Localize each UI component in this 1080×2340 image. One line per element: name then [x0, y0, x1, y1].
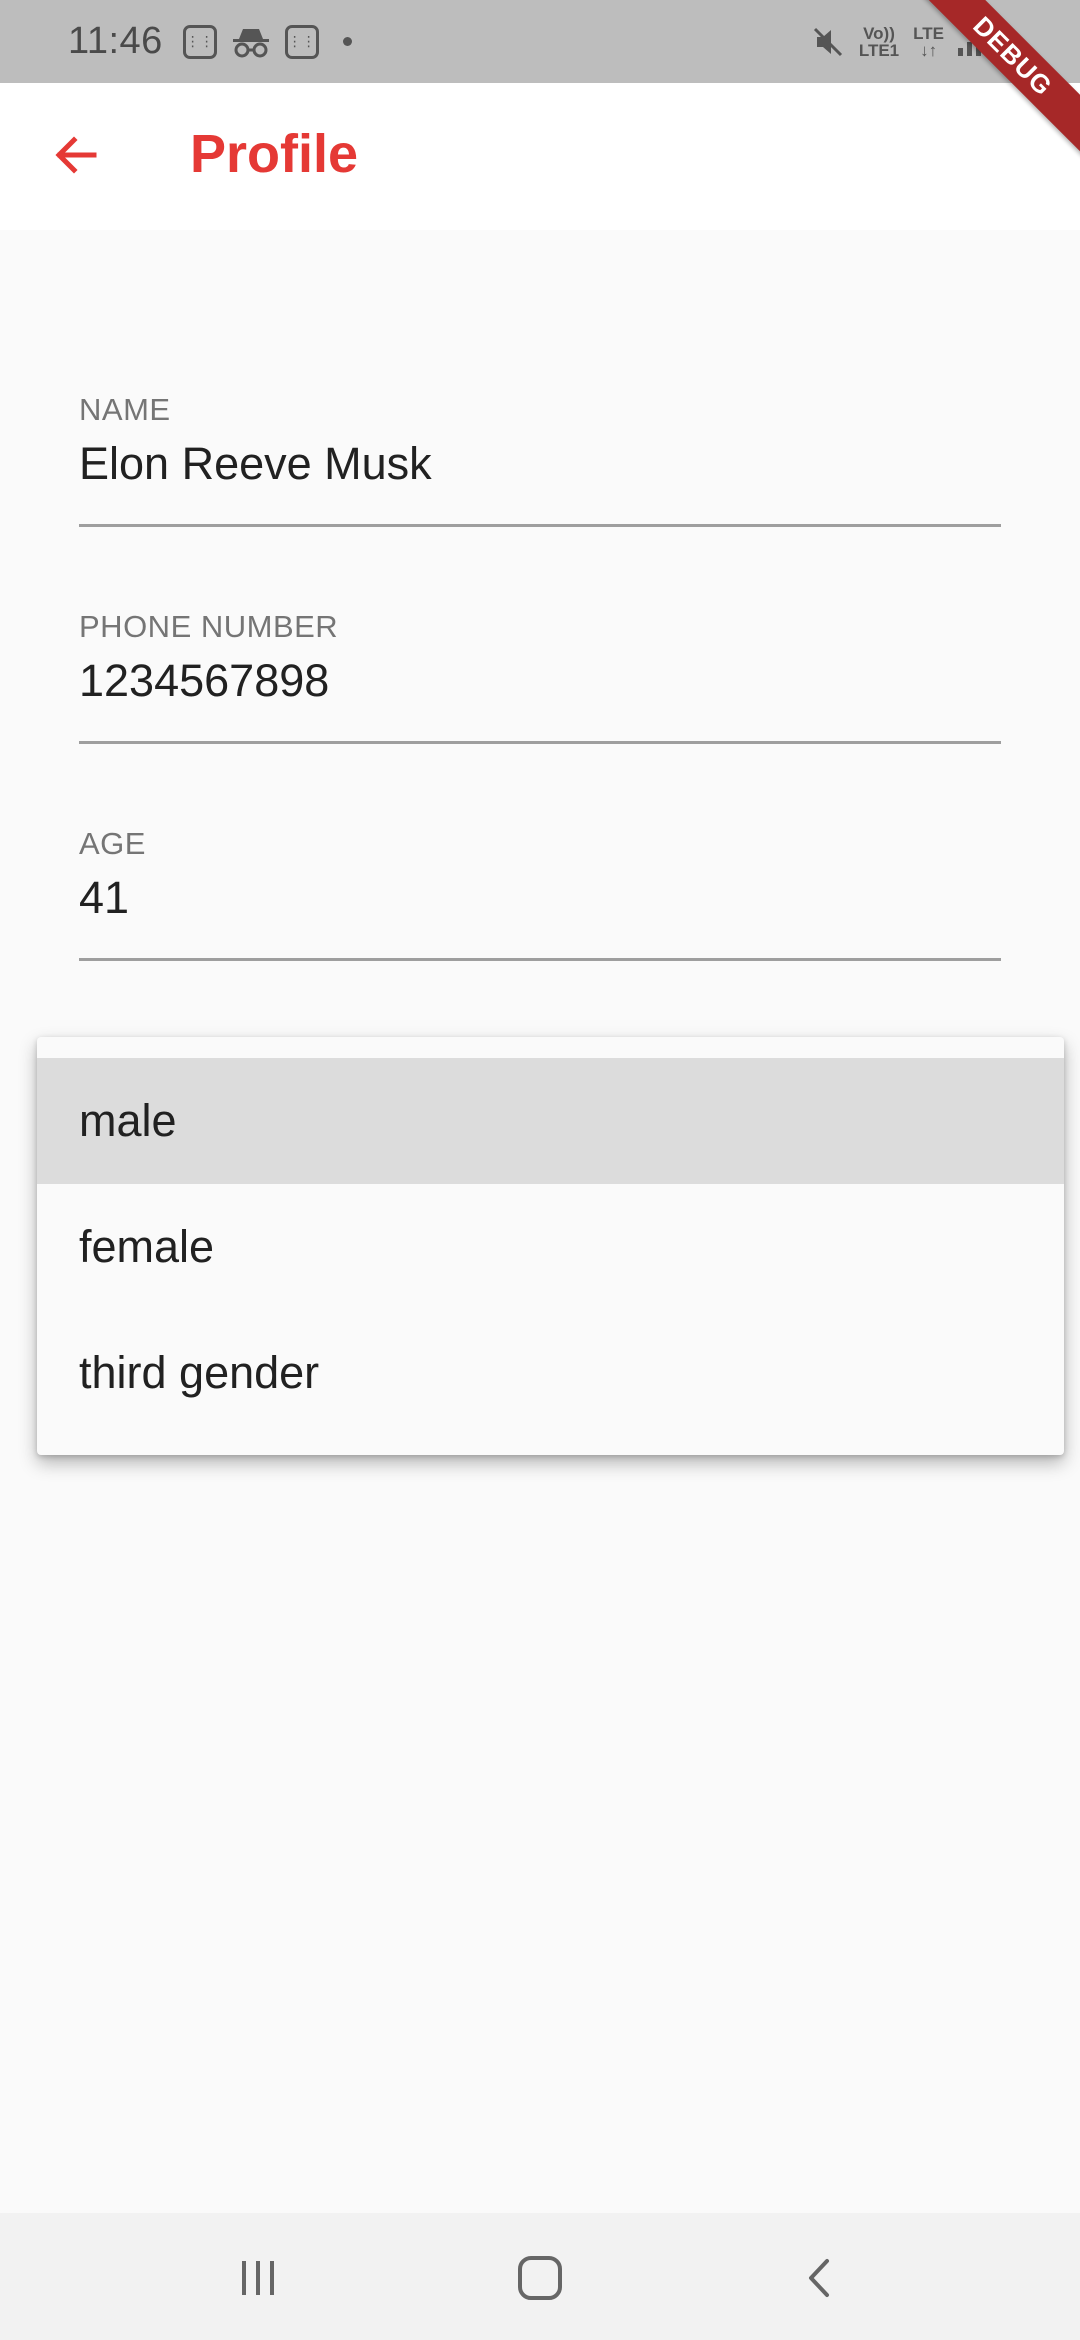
calendar-notification-icon: ⋮⋮	[182, 24, 217, 59]
data-arrows-icon: ↓↑	[920, 40, 938, 60]
app-bar: Profile	[0, 83, 1080, 230]
name-underline	[79, 524, 1001, 527]
age-label: AGE	[79, 826, 146, 861]
home-icon	[518, 2256, 562, 2300]
lte-indicator: LTE ↓↑	[913, 25, 944, 59]
lte-label: LTE	[913, 23, 944, 43]
back-button[interactable]	[48, 127, 104, 183]
name-field[interactable]: NAME Elon Reeve Musk	[79, 392, 1001, 527]
mute-icon	[813, 27, 842, 56]
home-button[interactable]	[505, 2243, 575, 2313]
volte-indicator: Vo)) LTE1	[859, 25, 899, 59]
system-nav-bar	[0, 2213, 1080, 2340]
phone-value[interactable]: 1234567898	[79, 655, 1001, 707]
recent-apps-icon	[242, 2261, 274, 2295]
recent-apps-button[interactable]	[223, 2243, 293, 2313]
phone-field[interactable]: PHONE NUMBER 1234567898	[79, 609, 1001, 744]
gender-dropdown-menu: male female third gender	[37, 1037, 1064, 1455]
profile-screen: 11:46 ⋮⋮ ⋮⋮ Vo)) LTE1 LTE ↓↑ DEBUG Profi…	[0, 0, 1080, 2340]
status-bar: 11:46 ⋮⋮ ⋮⋮ Vo)) LTE1 LTE ↓↑	[0, 0, 1080, 83]
status-time: 11:46	[68, 20, 163, 62]
system-back-button[interactable]	[785, 2243, 855, 2313]
calendar-notification-icon-2: ⋮⋮	[284, 24, 319, 59]
volte-label: Vo))	[863, 23, 895, 43]
age-field[interactable]: AGE 41	[79, 826, 1001, 961]
phone-label: PHONE NUMBER	[79, 609, 339, 644]
dropdown-option-male[interactable]: male	[37, 1058, 1064, 1184]
back-icon	[809, 2259, 829, 2297]
age-underline	[79, 958, 1001, 961]
name-label: NAME	[79, 392, 171, 427]
age-value[interactable]: 41	[79, 872, 1001, 924]
phone-underline	[79, 741, 1001, 744]
arrow-left-icon	[55, 136, 97, 174]
more-notifications-dot	[342, 37, 352, 46]
dropdown-option-third-gender[interactable]: third gender	[37, 1310, 1064, 1436]
lte1-label: LTE1	[858, 40, 900, 60]
name-value[interactable]: Elon Reeve Musk	[79, 438, 1001, 490]
dropdown-option-female[interactable]: female	[37, 1184, 1064, 1310]
page-title: Profile	[190, 124, 359, 184]
incognito-icon	[232, 28, 269, 57]
